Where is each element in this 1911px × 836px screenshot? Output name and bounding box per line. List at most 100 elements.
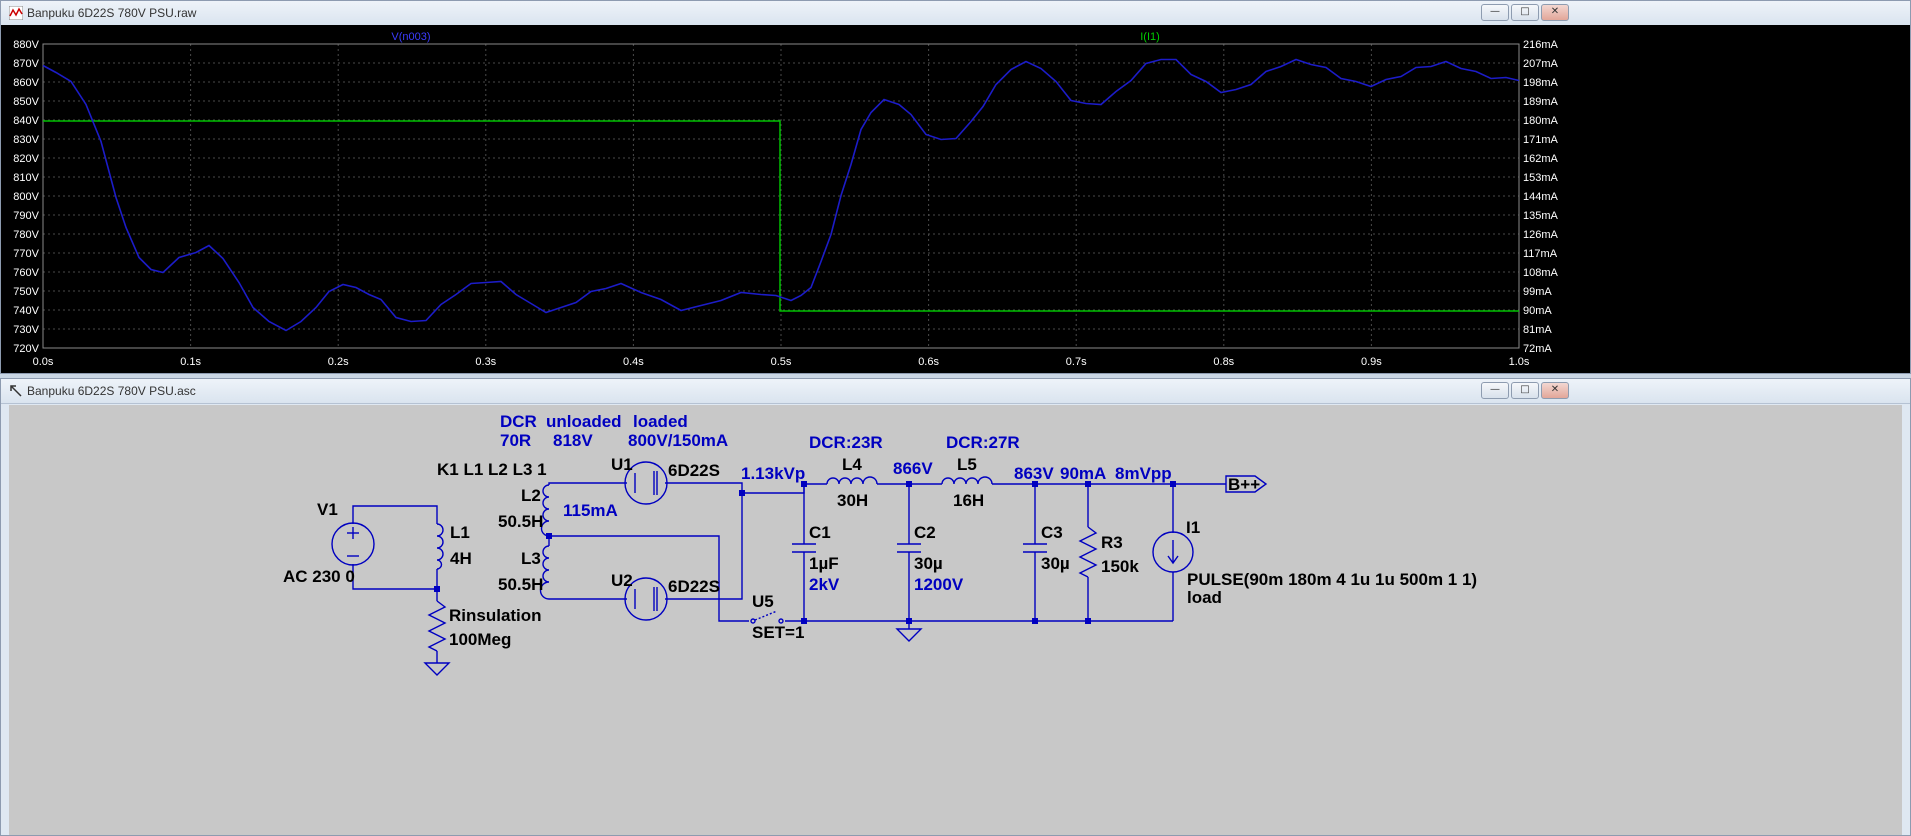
r3-value[interactable]: 150k: [1101, 557, 1139, 576]
y-tick-label: 850V: [13, 96, 39, 108]
y2-tick-label: 162mA: [1523, 153, 1559, 165]
l5-name[interactable]: L5: [957, 455, 977, 474]
b-plus-plus-port[interactable]: B++: [1225, 475, 1268, 494]
waveform-plot[interactable]: 880V 870V 860V 850V 840V 830V 820V 810V 800V 790V…: [1, 25, 1910, 373]
y-tick-label: 860V: [13, 77, 39, 89]
minimize-button[interactable]: —: [1481, 4, 1509, 21]
maximize-button[interactable]: □: [1511, 4, 1539, 21]
x-tick-label: 0.8s: [1213, 356, 1234, 368]
y-tick-label: 750V: [13, 286, 39, 298]
y-tick-label: 820V: [13, 153, 39, 165]
y-tick-label: 810V: [13, 172, 39, 184]
schematic-window-title: Banpuku 6D22S 780V PSU.asc: [27, 384, 196, 398]
c2-value[interactable]: 30µ: [914, 554, 943, 573]
unloaded-value: 818V: [553, 431, 593, 450]
waveform-app-icon: [9, 6, 23, 20]
y2-tick-label: 144mA: [1523, 191, 1559, 203]
schematic-titlebar[interactable]: Banpuku 6D22S 780V PSU.asc — □ ✕: [1, 379, 1910, 404]
i1-extra[interactable]: load: [1187, 588, 1222, 607]
x-tick-label: 1.0s: [1509, 356, 1530, 368]
current-trace-label[interactable]: I(I1): [1140, 31, 1160, 43]
y2-tick-label: 198mA: [1523, 77, 1559, 89]
l5-value[interactable]: 16H: [953, 491, 984, 510]
l3-name[interactable]: L3: [521, 549, 541, 568]
y2-tick-label: 72mA: [1523, 343, 1552, 355]
maximize-button[interactable]: □: [1511, 382, 1539, 399]
l5-dcr-label: DCR:27R: [946, 433, 1020, 452]
y-tick-label: 770V: [13, 248, 39, 260]
coupling-directive[interactable]: K1 L1 L2 L3 1: [437, 460, 547, 479]
i1-name[interactable]: I1: [1186, 518, 1200, 537]
y2-tick-label: 81mA: [1523, 324, 1552, 336]
u5-value[interactable]: SET=1: [752, 623, 804, 642]
c1-rating: 2kV: [809, 575, 840, 594]
y2-tick-label: 207mA: [1523, 58, 1559, 70]
y2-tick-label: 90mA: [1523, 305, 1552, 317]
v1-name[interactable]: V1: [317, 500, 338, 519]
y-tick-label: 870V: [13, 58, 39, 70]
y-tick-label: 730V: [13, 324, 39, 336]
c1-name[interactable]: C1: [809, 523, 831, 542]
b-plus-plus-label: B++: [1228, 475, 1260, 494]
l1-value[interactable]: 4H: [450, 549, 472, 568]
schematic-window: Banpuku 6D22S 780V PSU.asc — □ ✕ B++ DCR…: [0, 378, 1911, 836]
u2-name[interactable]: U2: [611, 571, 633, 590]
l1-name[interactable]: L1: [450, 523, 470, 542]
y-tick-label: 840V: [13, 115, 39, 127]
y2-tick-label: 108mA: [1523, 267, 1559, 279]
close-button[interactable]: ✕: [1541, 4, 1569, 21]
ripple-peak-label: 1.13kVp: [741, 464, 805, 483]
x-tick-label: 0.0s: [33, 356, 54, 368]
load-current-label: 90mA: [1060, 464, 1106, 483]
waveform-titlebar[interactable]: Banpuku 6D22S 780V PSU.raw — □ ✕: [1, 1, 1910, 26]
c1-value[interactable]: 1µF: [809, 554, 839, 573]
y2-tick-label: 135mA: [1523, 210, 1559, 222]
minimize-button[interactable]: —: [1481, 382, 1509, 399]
y-tick-label: 800V: [13, 191, 39, 203]
x-tick-label: 0.3s: [475, 356, 496, 368]
y-tick-label: 760V: [13, 267, 39, 279]
voltage-trace-label[interactable]: V(n003): [391, 31, 430, 43]
output-ripple-label: 8mVpp: [1115, 464, 1172, 483]
node-voltage-863: 863V: [1014, 464, 1054, 483]
v1-value[interactable]: AC 230 0: [283, 567, 355, 586]
y2-tick-label: 99mA: [1523, 286, 1552, 298]
y2-tick-label: 117mA: [1523, 248, 1558, 260]
l4-value[interactable]: 30H: [837, 491, 868, 510]
unloaded-header: unloaded: [546, 412, 622, 431]
x-tick-label: 0.9s: [1361, 356, 1382, 368]
waveform-window-title: Banpuku 6D22S 780V PSU.raw: [27, 6, 197, 20]
l2-value[interactable]: 50.5H: [498, 512, 543, 531]
l4-name[interactable]: L4: [842, 455, 862, 474]
loaded-header: loaded: [633, 412, 688, 431]
y2-tick-label: 216mA: [1523, 39, 1559, 51]
dcr-header: DCR: [500, 412, 537, 431]
l2-current-label: 115mA: [563, 501, 618, 520]
y2-tick-label: 180mA: [1523, 115, 1559, 127]
rinsulation-name[interactable]: Rinsulation: [449, 606, 542, 625]
loaded-value: 800V/150mA: [628, 431, 728, 450]
u5-name[interactable]: U5: [752, 592, 774, 611]
y-tick-label: 780V: [13, 229, 39, 241]
u1-name[interactable]: U1: [611, 455, 633, 474]
l3-value[interactable]: 50.5H: [498, 575, 543, 594]
y2-tick-label: 126mA: [1523, 229, 1559, 241]
u2-value[interactable]: 6D22S: [668, 577, 720, 596]
y2-tick-label: 171mA: [1523, 134, 1559, 146]
y-tick-label: 720V: [13, 343, 39, 355]
r3-name[interactable]: R3: [1101, 533, 1123, 552]
x-tick-label: 0.7s: [1066, 356, 1087, 368]
i1-value[interactable]: PULSE(90m 180m 4 1u 1u 500m 1 1): [1187, 570, 1477, 589]
y-tick-label: 830V: [13, 134, 39, 146]
rinsulation-value[interactable]: 100Meg: [449, 630, 511, 649]
c3-name[interactable]: C3: [1041, 523, 1063, 542]
close-button[interactable]: ✕: [1541, 382, 1569, 399]
l2-name[interactable]: L2: [521, 486, 541, 505]
schematic-canvas[interactable]: B++ DCR 70R unloaded 818V loaded 800V/15…: [9, 405, 1902, 835]
c3-value[interactable]: 30µ: [1041, 554, 1070, 573]
node-voltage-866: 866V: [893, 459, 933, 478]
waveform-window: Banpuku 6D22S 780V PSU.raw — □ ✕ 880V 870…: [0, 0, 1911, 374]
c2-name[interactable]: C2: [914, 523, 936, 542]
u1-value[interactable]: 6D22S: [668, 461, 720, 480]
y2-tick-label: 189mA: [1523, 96, 1559, 108]
